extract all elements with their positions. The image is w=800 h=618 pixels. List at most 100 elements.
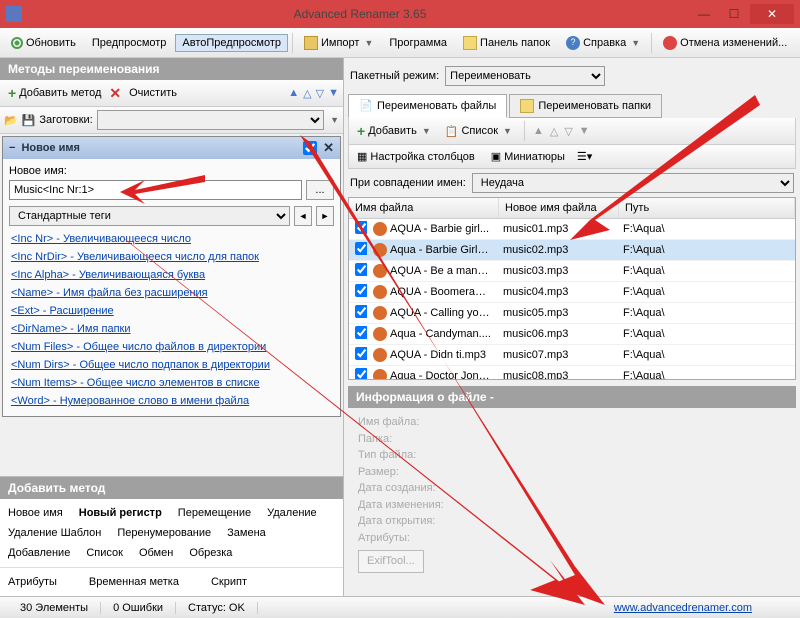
- add-method-item[interactable]: Удаление: [267, 503, 325, 523]
- table-row[interactable]: Aqua - Candyman....music06.mp3F:\Aqua\: [349, 324, 795, 345]
- view-menu-button[interactable]: ☰▾: [577, 150, 592, 163]
- add-method-item[interactable]: Список: [86, 543, 131, 563]
- preset-menu-button[interactable]: ▼: [330, 115, 339, 125]
- add-method-button[interactable]: +Добавить метод: [4, 83, 105, 103]
- col-newname[interactable]: Новое имя файла: [499, 198, 619, 218]
- tag-link[interactable]: <Word> - Нумерованное слово в имени файл…: [9, 392, 334, 410]
- add-method-item[interactable]: Скрипт: [211, 572, 255, 592]
- minimize-button[interactable]: —: [690, 4, 718, 24]
- add-method-item[interactable]: Временная метка: [89, 572, 187, 592]
- collapse-button[interactable]: −: [9, 142, 15, 154]
- preview-button[interactable]: Предпросмотр: [85, 34, 174, 52]
- tag-link[interactable]: <DirName> - Имя папки: [9, 320, 334, 338]
- collision-select[interactable]: Неудача: [472, 173, 794, 193]
- refresh-button[interactable]: Обновить: [4, 34, 83, 52]
- delete-method-button[interactable]: ✕: [109, 85, 121, 102]
- move-top-button[interactable]: ▲: [533, 125, 544, 137]
- tab-rename-folders[interactable]: Переименовать папки: [509, 94, 662, 118]
- row-checkbox[interactable]: [355, 326, 367, 339]
- table-row[interactable]: AQUA - Calling you...music05.mp3F:\Aqua\: [349, 303, 795, 324]
- row-checkbox[interactable]: [355, 242, 367, 255]
- move-up-button[interactable]: △: [550, 125, 558, 138]
- table-row[interactable]: AQUA - Be a man.mp3music03.mp3F:\Aqua\: [349, 261, 795, 282]
- move-bottom-button[interactable]: ▼: [328, 87, 339, 99]
- tag-prev-button[interactable]: ◄: [294, 206, 312, 226]
- move-bottom-button[interactable]: ▼: [579, 125, 590, 137]
- table-row[interactable]: AQUA - Barbie girl...music01.mp3F:\Aqua\: [349, 219, 795, 240]
- table-row[interactable]: AQUA - Boomerang ...music04.mp3F:\Aqua\: [349, 282, 795, 303]
- file-type-icon: [373, 264, 387, 278]
- tag-link[interactable]: <Num Files> - Общее число файлов в дирек…: [9, 338, 334, 356]
- move-down-button[interactable]: ▽: [316, 87, 324, 100]
- autopreview-button[interactable]: АвтоПредпросмотр: [175, 34, 288, 52]
- file-type-icon: [373, 243, 387, 257]
- folderpanel-button[interactable]: Панель папок: [456, 33, 557, 53]
- add-method-item[interactable]: Атрибуты: [8, 572, 65, 592]
- row-checkbox[interactable]: [355, 284, 367, 297]
- list-icon: 📋: [445, 125, 459, 138]
- row-checkbox[interactable]: [355, 221, 367, 234]
- add-files-button[interactable]: +Добавить▼: [353, 121, 435, 141]
- titlebar[interactable]: Advanced Renamer 3.65 — ☐ ✕: [0, 0, 800, 28]
- add-method-item[interactable]: Новое имя: [8, 503, 71, 523]
- folder-icon: [520, 99, 534, 113]
- batch-mode-label: Пакетный режим:: [350, 70, 439, 82]
- tag-link[interactable]: <Inc NrDir> - Увеличивающееся число для …: [9, 248, 334, 266]
- tags-category-select[interactable]: Стандартные теги: [9, 206, 290, 226]
- program-button[interactable]: Программа: [382, 34, 454, 52]
- tag-link[interactable]: <Ext> - Расширение: [9, 302, 334, 320]
- add-method-item[interactable]: Перемещение: [178, 503, 259, 523]
- save-preset-button[interactable]: 💾: [22, 114, 36, 127]
- method-enabled-checkbox[interactable]: [303, 141, 317, 155]
- plus-icon: +: [357, 123, 365, 139]
- col-filename[interactable]: Имя файла: [349, 198, 499, 218]
- clear-methods-button[interactable]: Очистить: [125, 85, 181, 101]
- row-checkbox[interactable]: [355, 347, 367, 360]
- tab-rename-files[interactable]: 📄Переименовать файлы: [348, 94, 507, 118]
- open-preset-button[interactable]: 📂: [4, 114, 18, 127]
- help-button[interactable]: ?Справка▼: [559, 33, 647, 53]
- tag-link[interactable]: <Num Dirs> - Общее число подпапок в дире…: [9, 356, 334, 374]
- table-row[interactable]: Aqua - Barbie Girl1...music02.mp3F:\Aqua…: [349, 240, 795, 261]
- tag-link[interactable]: <Name> - Имя файла без расширения: [9, 284, 334, 302]
- status-elements: 30 Элементы: [8, 602, 101, 614]
- import-button[interactable]: Импорт▼: [297, 33, 380, 53]
- undo-button[interactable]: Отмена изменений...: [656, 33, 794, 53]
- newname-input[interactable]: [9, 180, 302, 200]
- close-button[interactable]: ✕: [750, 4, 794, 24]
- add-method-item[interactable]: Обмен: [139, 543, 181, 563]
- move-up-button[interactable]: △: [303, 87, 311, 100]
- row-checkbox[interactable]: [355, 368, 367, 379]
- info-label: Дата открытия:: [358, 513, 786, 530]
- method-close-button[interactable]: ✕: [323, 140, 334, 156]
- move-top-button[interactable]: ▲: [288, 87, 299, 99]
- list-button[interactable]: 📋Список▼: [441, 123, 516, 140]
- file-type-icon: [373, 369, 387, 379]
- thumbnails-button[interactable]: ▣Миниатюры: [487, 148, 569, 165]
- add-method-item[interactable]: Обрезка: [189, 543, 240, 563]
- method-newname: − Новое имя ✕ Новое имя: ... Стандартные…: [2, 136, 341, 417]
- col-path[interactable]: Путь: [619, 198, 795, 218]
- table-row[interactable]: Aqua - Doctor Jone...music08.mp3F:\Aqua\: [349, 366, 795, 379]
- add-method-item[interactable]: Добавление: [8, 543, 78, 563]
- presets-select[interactable]: [97, 110, 324, 130]
- columns-button[interactable]: ▦Настройка столбцов: [353, 148, 479, 165]
- add-method-item[interactable]: Замена: [227, 523, 274, 543]
- batch-mode-select[interactable]: Переименовать: [445, 66, 605, 86]
- add-method-item[interactable]: Перенумерование: [117, 523, 219, 543]
- tag-next-button[interactable]: ►: [316, 206, 334, 226]
- newname-more-button[interactable]: ...: [306, 180, 334, 200]
- tag-link[interactable]: <Inc Nr> - Увеличивающееся число: [9, 230, 334, 248]
- maximize-button[interactable]: ☐: [720, 4, 748, 24]
- status-errors: 0 Ошибки: [101, 602, 176, 614]
- tag-link[interactable]: <Num Items> - Общее число элементов в сп…: [9, 374, 334, 392]
- move-down-button[interactable]: ▽: [564, 125, 572, 138]
- exiftool-button[interactable]: ExifTool...: [358, 550, 424, 573]
- tag-link[interactable]: <Inc Alpha> - Увеличивающаяся буква: [9, 266, 334, 284]
- website-link[interactable]: www.advancedrenamer.com: [614, 602, 752, 614]
- row-checkbox[interactable]: [355, 305, 367, 318]
- add-method-item[interactable]: Новый регистр: [79, 503, 170, 523]
- add-method-item[interactable]: Удаление Шаблон: [8, 523, 109, 543]
- row-checkbox[interactable]: [355, 263, 367, 276]
- table-row[interactable]: AQUA - Didn ti.mp3music07.mp3F:\Aqua\: [349, 345, 795, 366]
